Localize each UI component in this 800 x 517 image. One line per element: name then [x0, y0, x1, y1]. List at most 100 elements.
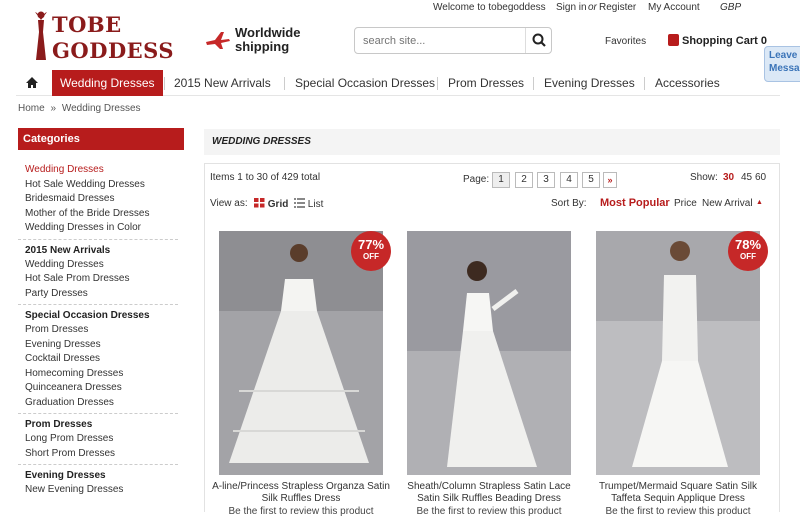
nav-divider: [437, 77, 438, 90]
nav-special-occasion-dresses[interactable]: Special Occasion Dresses: [295, 70, 435, 96]
nav-divider: [533, 77, 534, 90]
items-count: Items 1 to 30 of 429 total: [210, 172, 321, 183]
register-link[interactable]: Register: [599, 2, 636, 13]
grid-view-button[interactable]: Grid: [254, 198, 288, 210]
favorites-link[interactable]: Favorites: [605, 36, 646, 47]
category-link[interactable]: Short Prom Dresses: [25, 447, 178, 462]
nav-accessories[interactable]: Accessories: [655, 70, 720, 96]
view-as-label: View as:: [210, 198, 248, 209]
product-name[interactable]: A-line/Princess Strapless Organza Satin …: [209, 481, 393, 505]
list-label: List: [307, 199, 324, 210]
sort-most-popular[interactable]: Most Popular: [600, 197, 670, 209]
category-link[interactable]: Wedding Dresses in Color: [25, 221, 178, 236]
discount-off: OFF: [740, 252, 756, 261]
categories-header: Categories: [18, 128, 184, 150]
sort-direction-icon[interactable]: ▲: [756, 199, 763, 206]
list-icon: [294, 198, 305, 208]
page-label: Page:: [463, 174, 490, 185]
category-sidebar: Categories Wedding Dresses Hot Sale Wedd…: [18, 128, 184, 505]
next-page-button[interactable]: »: [603, 172, 617, 188]
page-1-button[interactable]: 1: [492, 172, 510, 188]
category-head-special-occasion[interactable]: Special Occasion Dresses: [25, 309, 178, 323]
or-text: or: [588, 2, 597, 13]
breadcrumb-home[interactable]: Home: [18, 103, 45, 114]
show-30-option[interactable]: 30: [723, 172, 734, 183]
product-image[interactable]: [407, 231, 571, 475]
nav-divider: [644, 77, 645, 90]
product-name[interactable]: Trumpet/Mermaid Square Satin Silk Taffet…: [586, 481, 770, 505]
product-image[interactable]: [596, 231, 760, 475]
goddess-figure-icon: [35, 11, 47, 60]
page-3-button[interactable]: 3: [537, 172, 555, 188]
nav-divider: [164, 77, 165, 90]
search-box: [354, 27, 552, 54]
discount-off: OFF: [363, 252, 379, 261]
product-name[interactable]: Sheath/Column Strapless Satin Lace Satin…: [397, 481, 581, 505]
page-5-button[interactable]: 5: [582, 172, 600, 188]
category-head-evening-dresses[interactable]: Evening Dresses: [25, 469, 178, 483]
sort-price[interactable]: Price: [674, 198, 697, 209]
category-link[interactable]: Hot Sale Wedding Dresses: [25, 178, 178, 193]
site-logo[interactable]: TOBE GODDESS: [30, 6, 174, 66]
nav-evening-dresses[interactable]: Evening Dresses: [544, 70, 635, 96]
category-link[interactable]: Long Prom Dresses: [25, 432, 178, 447]
shopping-cart-link[interactable]: Shopping Cart 0: [668, 34, 767, 47]
breadcrumb-current: Wedding Dresses: [61, 103, 141, 114]
category-head-new-arrivals[interactable]: 2015 New Arrivals: [25, 244, 178, 258]
logo-text-line1: TOBE: [52, 12, 122, 37]
nav-prom-dresses[interactable]: Prom Dresses: [448, 70, 524, 96]
shopping-bag-icon: [668, 34, 679, 46]
home-nav-button[interactable]: [16, 70, 48, 96]
page-title: WEDDING DRESSES: [204, 129, 780, 155]
category-group: 2015 New Arrivals Wedding Dresses Hot Sa…: [18, 244, 178, 305]
worldwide-shipping-banner: Worldwide shipping: [205, 26, 315, 56]
shipping-line1: Worldwide: [235, 25, 301, 40]
category-link[interactable]: Evening Dresses: [25, 338, 178, 353]
dress-photo-icon: [596, 231, 760, 475]
discount-badge: 78% OFF: [728, 231, 768, 271]
shipping-line2: shipping: [235, 39, 290, 54]
currency-selector[interactable]: GBP: [720, 2, 741, 13]
category-link[interactable]: Wedding Dresses: [25, 258, 178, 273]
breadcrumb-separator: »: [50, 103, 57, 114]
sort-by-label: Sort By:: [551, 198, 587, 209]
grid-label: Grid: [267, 199, 289, 210]
category-group: Wedding Dresses Hot Sale Wedding Dresses…: [18, 150, 178, 240]
sort-new-arrival[interactable]: New Arrival: [702, 198, 753, 209]
home-icon: [26, 77, 38, 88]
category-link[interactable]: Cocktail Dresses: [25, 352, 178, 367]
my-account-link[interactable]: My Account: [648, 2, 700, 13]
dress-photo-icon: [407, 231, 571, 475]
category-link[interactable]: Quinceanera Dresses: [25, 381, 178, 396]
page-2-button[interactable]: 2: [515, 172, 533, 188]
search-input[interactable]: [363, 33, 523, 49]
discount-badge: 77% OFF: [351, 231, 391, 271]
show-label: Show:: [690, 172, 718, 183]
sign-in-link[interactable]: Sign in: [556, 2, 587, 13]
page-4-button[interactable]: 4: [560, 172, 578, 188]
product-image[interactable]: [219, 231, 383, 475]
airplane-icon: [206, 32, 230, 49]
category-link[interactable]: Prom Dresses: [25, 323, 178, 338]
category-head-prom-dresses[interactable]: Prom Dresses: [25, 418, 178, 432]
category-head-wedding-dresses[interactable]: Wedding Dresses: [25, 163, 178, 178]
category-link[interactable]: Party Dresses: [25, 287, 178, 302]
category-link[interactable]: Hot Sale Prom Dresses: [25, 272, 178, 287]
category-group: Evening Dresses New Evening Dresses: [18, 469, 178, 501]
category-link[interactable]: Graduation Dresses: [25, 396, 178, 411]
welcome-text: Welcome to tobegoddess: [433, 2, 546, 13]
category-link[interactable]: New Evening Dresses: [25, 483, 178, 498]
category-link[interactable]: Homecoming Dresses: [25, 367, 178, 382]
breadcrumb: Home » Wedding Dresses: [18, 103, 141, 114]
cart-label: Shopping Cart 0: [682, 35, 767, 47]
nav-2015-new-arrivals[interactable]: 2015 New Arrivals: [174, 70, 271, 96]
show-60-option[interactable]: 60: [755, 172, 766, 183]
category-link[interactable]: Bridesmaid Dresses: [25, 192, 178, 207]
category-group: Prom Dresses Long Prom Dresses Short Pro…: [18, 418, 178, 465]
nav-wedding-dresses[interactable]: Wedding Dresses: [52, 70, 163, 96]
category-link[interactable]: Mother of the Bride Dresses: [25, 207, 178, 222]
discount-percent: 78%: [734, 237, 762, 252]
list-view-button[interactable]: List: [294, 198, 323, 210]
show-45-option[interactable]: 45: [741, 172, 752, 183]
search-button[interactable]: [525, 28, 551, 53]
